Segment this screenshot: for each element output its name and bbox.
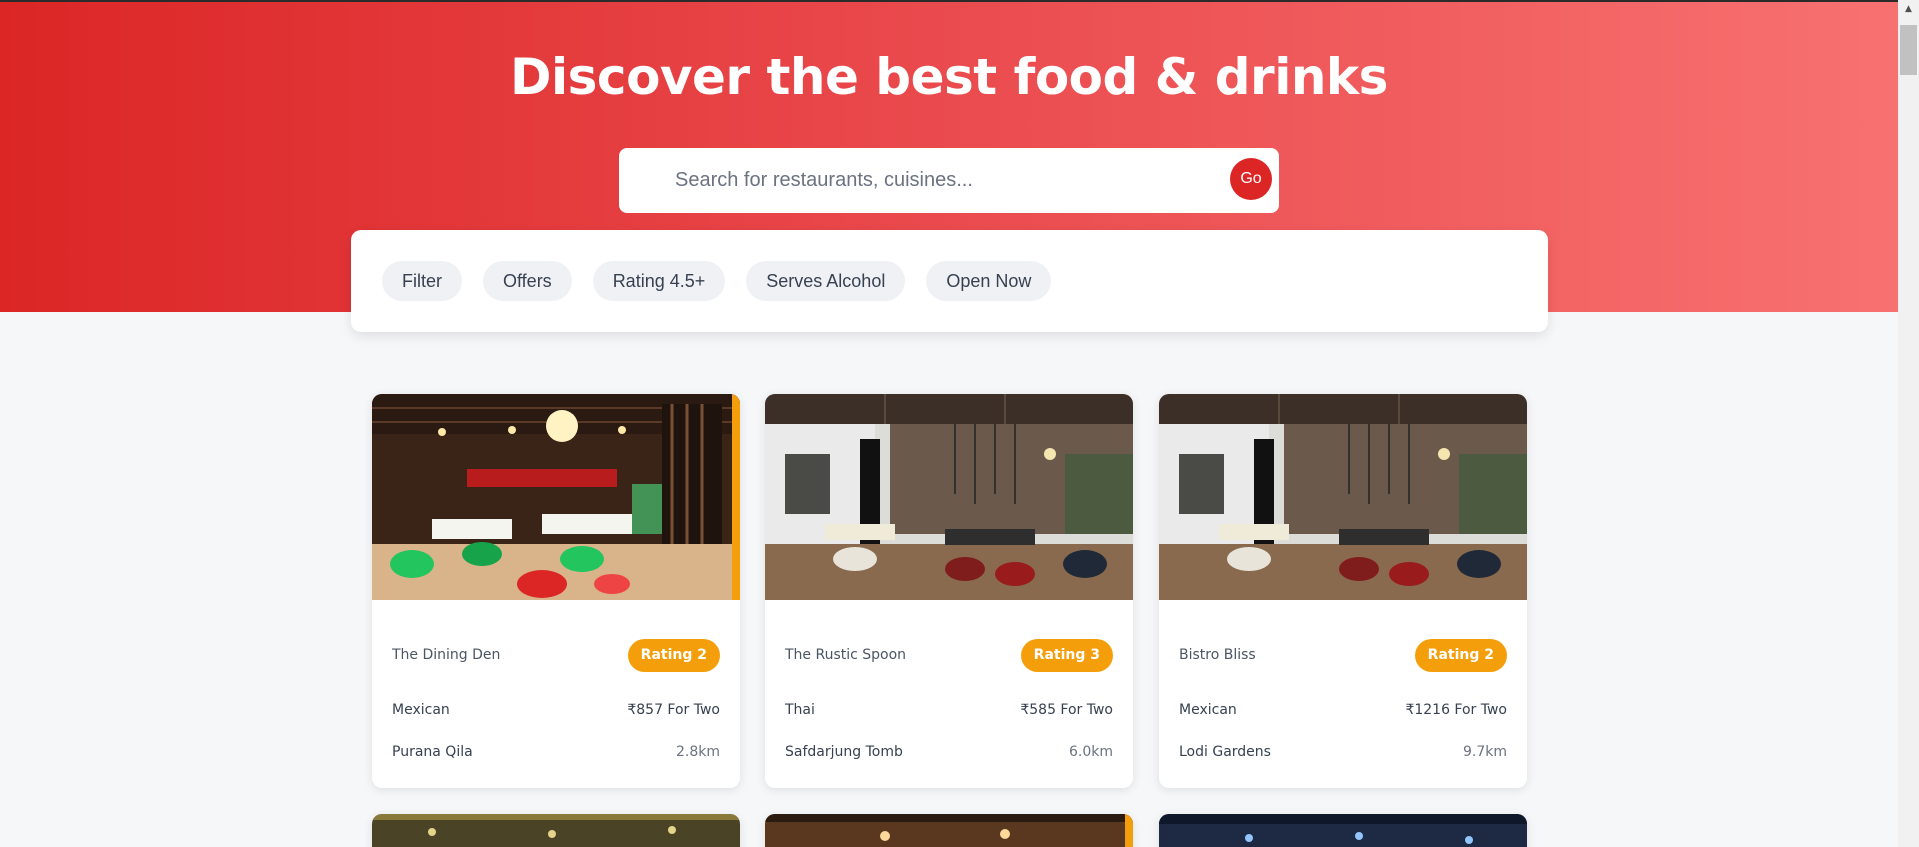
card-header-row: Bistro Bliss Rating 2 xyxy=(1179,638,1507,672)
restaurant-photo xyxy=(372,394,740,600)
filter-chip-list: Filter Offers Rating 4.5+ Serves Alcohol… xyxy=(382,261,1052,301)
cuisine-label: Thai xyxy=(785,702,815,718)
go-button[interactable]: Go xyxy=(1230,158,1272,200)
restaurant-photo xyxy=(1159,394,1527,600)
restaurant-photo xyxy=(1159,814,1527,847)
price-label: ₹1216 For Two xyxy=(1405,702,1507,718)
search-bar: Go xyxy=(619,148,1279,213)
restaurant-card[interactable] xyxy=(372,814,740,847)
filter-panel: Filter Offers Rating 4.5+ Serves Alcohol… xyxy=(351,230,1548,332)
restaurant-card[interactable]: The Rustic Spoon Rating 3 Thai ₹585 For … xyxy=(765,394,1133,788)
card-location-row: Safdarjung Tomb 6.0km xyxy=(785,740,1113,764)
restaurant-photo xyxy=(372,814,740,847)
restaurant-photo xyxy=(765,394,1133,600)
location-label: Safdarjung Tomb xyxy=(785,744,903,760)
scroll-up-arrow-icon[interactable]: ▲ xyxy=(1898,0,1919,17)
card-location-row: Purana Qila 2.8km xyxy=(392,740,720,764)
distance-label: 9.7km xyxy=(1462,744,1507,760)
restaurant-card[interactable] xyxy=(765,814,1133,847)
cuisine-label: Mexican xyxy=(1179,702,1237,718)
filter-chip-open-now[interactable]: Open Now xyxy=(926,261,1052,301)
restaurant-name: Bistro Bliss xyxy=(1179,647,1256,663)
restaurant-name: The Dining Den xyxy=(392,647,501,663)
card-header-row: The Rustic Spoon Rating 3 xyxy=(785,638,1113,672)
location-label: Purana Qila xyxy=(392,744,473,760)
price-label: ₹857 For Two xyxy=(627,702,720,718)
rating-badge: Rating 2 xyxy=(627,638,720,672)
vertical-scrollbar[interactable]: ▲ xyxy=(1898,0,1919,847)
card-info-row: Thai ₹585 For Two xyxy=(785,698,1113,722)
rating-badge: Rating 3 xyxy=(1020,638,1113,672)
card-info-row: Mexican ₹857 For Two xyxy=(392,698,720,722)
restaurant-card[interactable]: Bistro Bliss Rating 2 Mexican ₹1216 For … xyxy=(1159,394,1527,788)
scroll-thumb[interactable] xyxy=(1900,25,1917,75)
card-header-row: The Dining Den Rating 2 xyxy=(392,638,720,672)
card-location-row: Lodi Gardens 9.7km xyxy=(1179,740,1507,764)
distance-label: 6.0km xyxy=(1068,744,1113,760)
filter-chip-rating[interactable]: Rating 4.5+ xyxy=(592,261,726,301)
location-label: Lodi Gardens xyxy=(1179,744,1271,760)
hero-title: Discover the best food & drinks xyxy=(510,48,1388,106)
filter-chip-serves-alcohol[interactable]: Serves Alcohol xyxy=(746,261,906,301)
rating-badge: Rating 2 xyxy=(1414,638,1507,672)
restaurant-name: The Rustic Spoon xyxy=(785,647,907,663)
cuisine-label: Mexican xyxy=(392,702,450,718)
filter-chip-filter[interactable]: Filter xyxy=(382,261,462,301)
search-input[interactable] xyxy=(675,162,1195,198)
filter-chip-offers[interactable]: Offers xyxy=(483,261,572,301)
price-label: ₹585 For Two xyxy=(1020,702,1113,718)
restaurant-photo xyxy=(765,814,1133,847)
top-border xyxy=(0,0,1898,2)
card-info-row: Mexican ₹1216 For Two xyxy=(1179,698,1507,722)
distance-label: 2.8km xyxy=(675,744,720,760)
restaurant-card[interactable] xyxy=(1159,814,1527,847)
restaurant-card[interactable]: The Dining Den Rating 2 Mexican ₹857 For… xyxy=(372,394,740,788)
